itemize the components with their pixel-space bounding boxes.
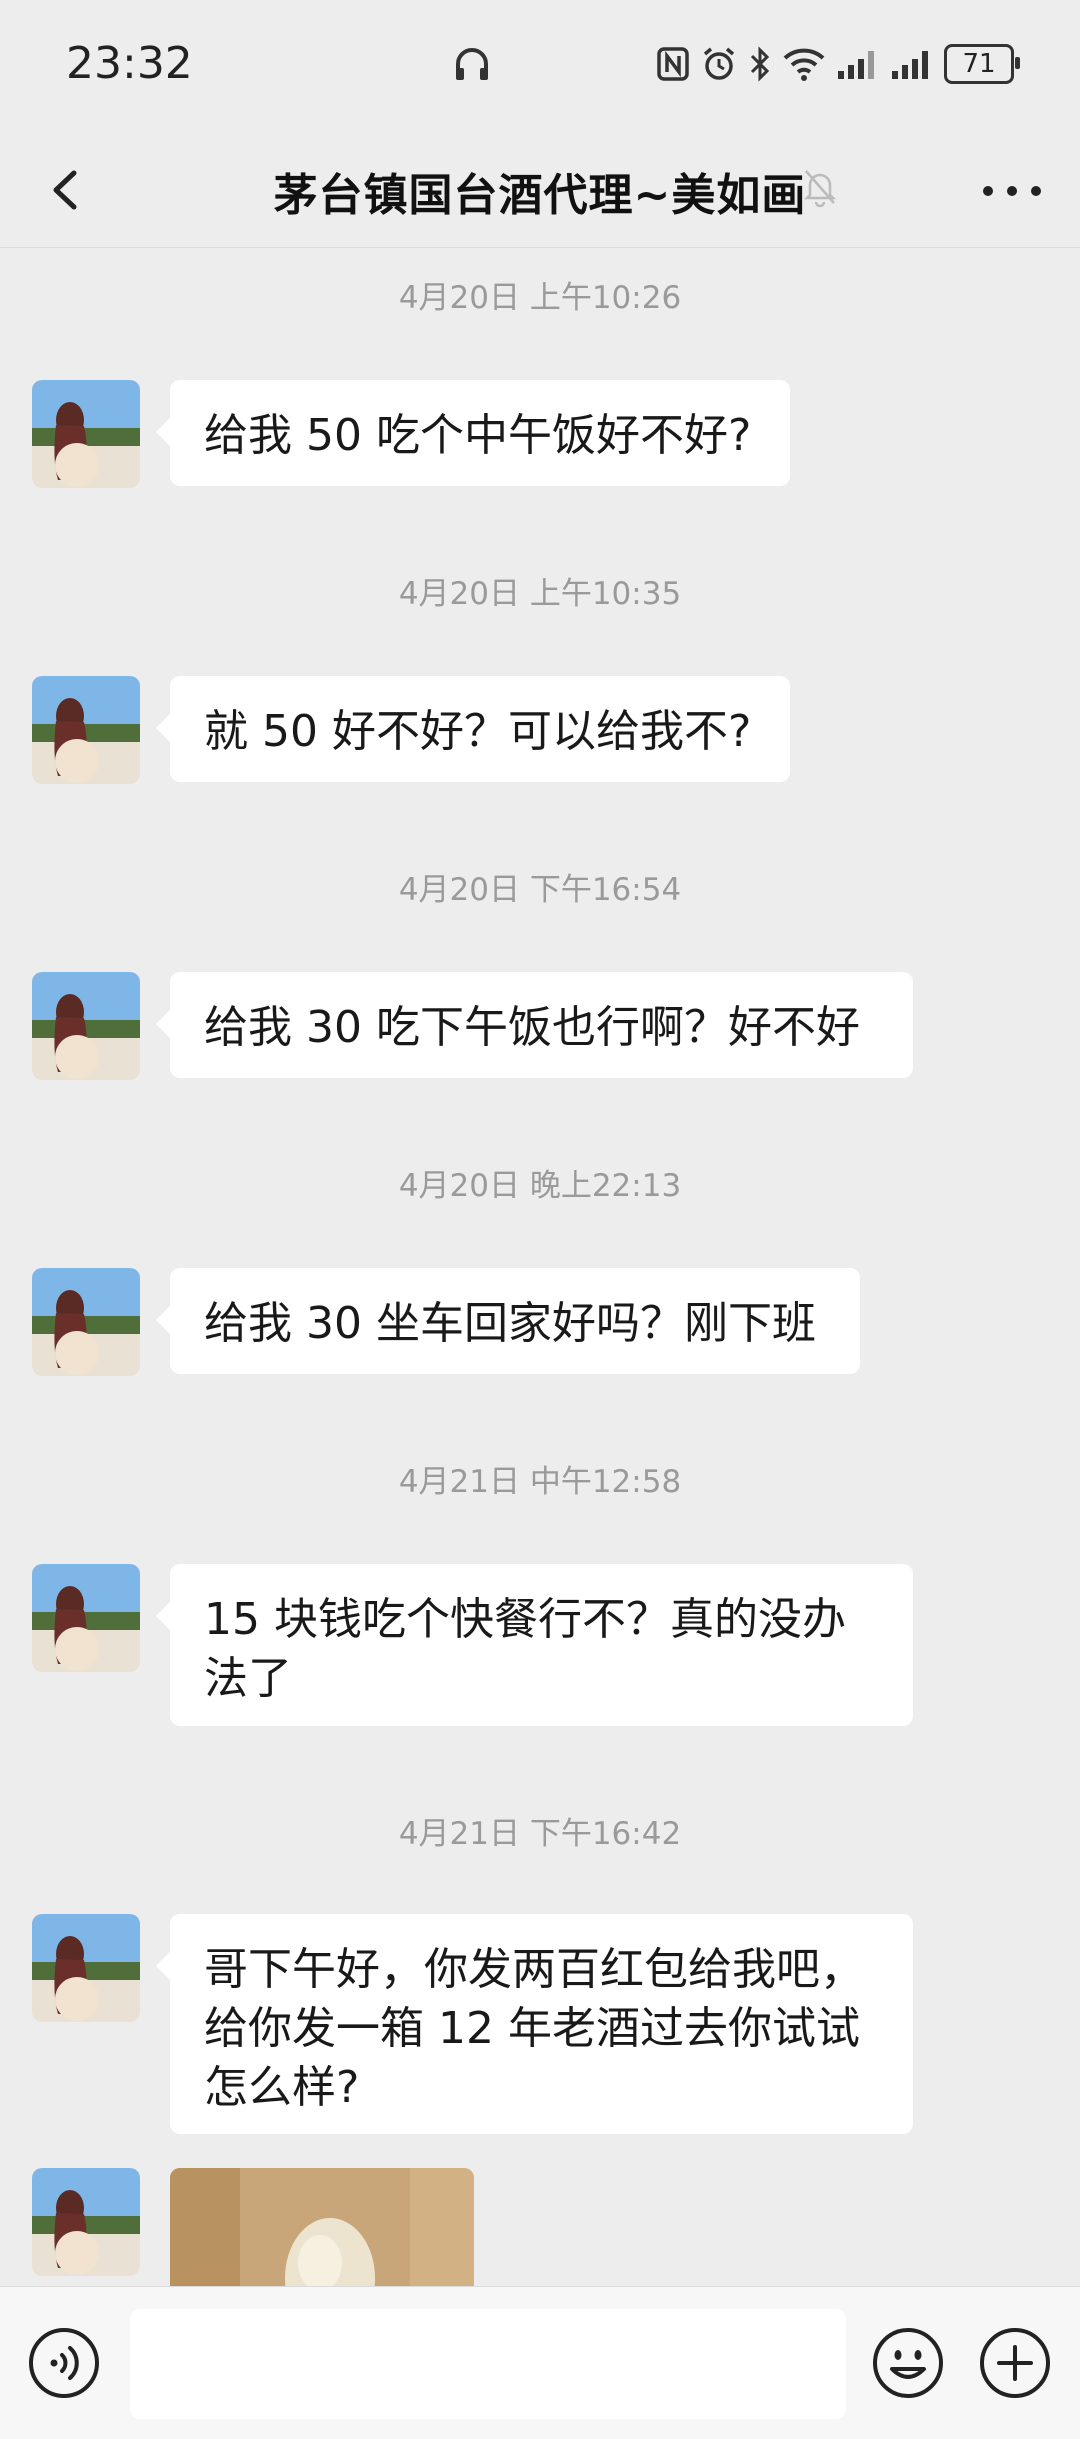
input-bar	[0, 2286, 1080, 2439]
message-timestamp: 4月20日 上午10:35	[398, 576, 682, 612]
headphone-icon	[456, 48, 488, 80]
avatar-image	[32, 1268, 140, 1376]
status-time: 23:32	[66, 38, 193, 89]
alarm-icon	[703, 47, 735, 80]
wifi-icon	[783, 48, 825, 81]
message-bubble[interactable]: 给我 30 吃下午饭也行啊？好不好	[156, 972, 913, 1078]
more-dots-icon[interactable]	[972, 163, 1052, 219]
avatar-image	[32, 2168, 140, 2276]
status-icons: 71	[656, 44, 1020, 84]
avatar[interactable]	[32, 2168, 140, 2276]
avatar-image	[32, 972, 140, 1080]
message-bubble[interactable]: 15 块钱吃个快餐行不？真的没办法了	[156, 1564, 913, 1726]
battery-level: 71	[962, 49, 996, 79]
message-bubble[interactable]: 哥下午好，你发两百红包给我吧，给你发一箱 12 年老酒过去你试试怎么样?	[156, 1914, 913, 2134]
avatar[interactable]	[32, 1268, 140, 1376]
avatar-image	[32, 1914, 140, 2022]
message-text: 哥下午好，你发两百红包给我吧，给你发一箱 12 年老酒过去你试试怎么样?	[204, 1944, 864, 2113]
message-bubble[interactable]: 给我 30 坐车回家好吗？刚下班	[156, 1268, 860, 1374]
message-timestamp: 4月21日 下午16:42	[398, 1816, 682, 1852]
message-image	[170, 2168, 474, 2288]
bell-off-icon	[803, 170, 837, 208]
message-text: 给我 50 吃个中午饭好不好?	[204, 410, 752, 461]
avatar-image	[32, 1564, 140, 1672]
plus-icon[interactable]	[977, 2325, 1053, 2401]
avatar[interactable]	[32, 676, 140, 784]
chat-title[interactable]: 茅台镇国台酒代理~美如画	[0, 159, 1080, 223]
message-text: 就 50 好不好？可以给我不?	[204, 706, 752, 757]
avatar[interactable]	[32, 972, 140, 1080]
image-message[interactable]	[170, 2168, 474, 2288]
avatar[interactable]	[32, 1564, 140, 1672]
message-text: 给我 30 坐车回家好吗？刚下班	[204, 1298, 816, 1349]
bluetooth-icon	[750, 46, 770, 82]
voice-icon[interactable]	[26, 2325, 102, 2401]
battery-indicator: 71	[944, 44, 1020, 84]
message-text: 15 块钱吃个快餐行不？真的没办法了	[204, 1594, 846, 1704]
chat-header: 茅台镇国台酒代理~美如画	[0, 135, 1080, 248]
message-bubble[interactable]: 就 50 好不好？可以给我不?	[156, 676, 790, 782]
message-timestamp: 4月20日 晚上22:13	[398, 1168, 682, 1204]
message-timestamp: 4月20日 下午16:54	[398, 872, 682, 908]
message-bubble[interactable]: 给我 50 吃个中午饭好不好?	[156, 380, 790, 486]
signal-icon	[838, 51, 874, 79]
message-text: 给我 30 吃下午饭也行啊？好不好	[204, 1002, 860, 1053]
status-bar: 23:32 71	[0, 0, 1080, 135]
avatar[interactable]	[32, 1914, 140, 2022]
avatar-image	[32, 380, 140, 488]
nfc-icon	[657, 47, 689, 81]
avatar[interactable]	[32, 380, 140, 488]
message-timestamp: 4月21日 中午12:58	[398, 1464, 682, 1500]
avatar-image	[32, 676, 140, 784]
emoji-icon[interactable]	[870, 2325, 946, 2401]
message-timestamp: 4月20日 上午10:26	[398, 280, 682, 316]
message-input[interactable]	[130, 2309, 846, 2419]
signal-icon-2	[892, 51, 928, 79]
